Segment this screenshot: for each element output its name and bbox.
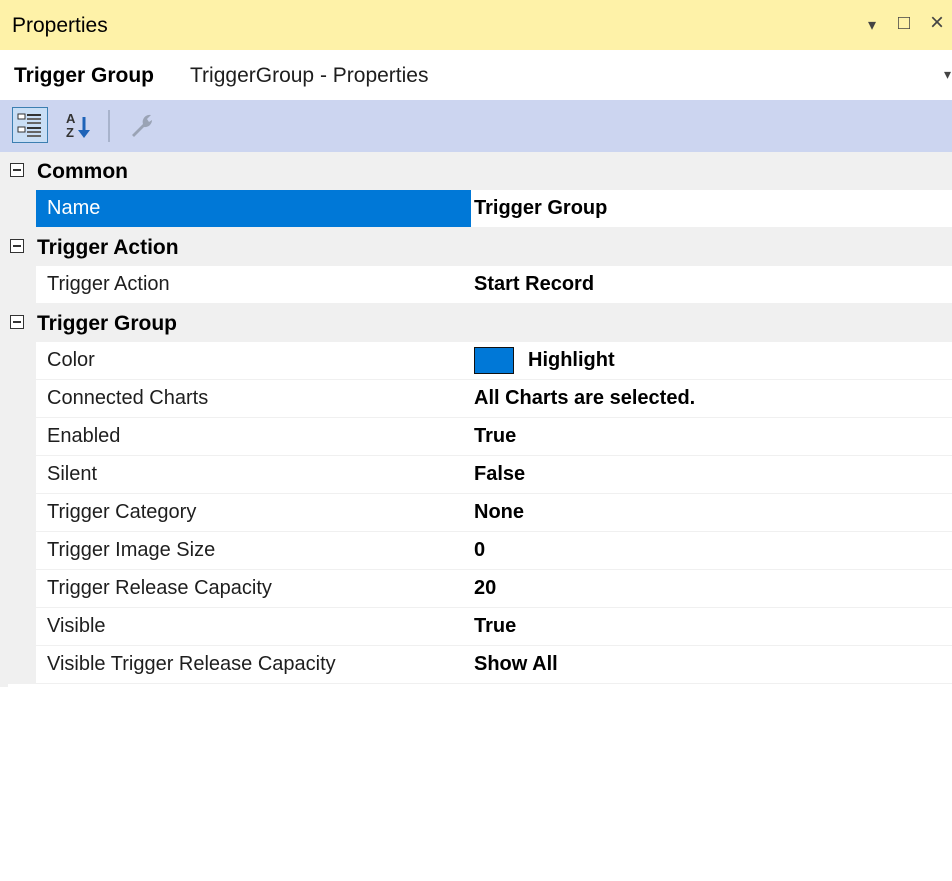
category-label: Common <box>37 160 128 183</box>
row-gutter <box>8 570 36 607</box>
property-name[interactable]: Color <box>36 342 471 379</box>
window-position-dropdown-icon[interactable]: ▾ <box>868 15 876 35</box>
property-grid: Common Name Trigger Group Trigger Action Tri… <box>8 152 952 684</box>
property-value[interactable]: Show All <box>474 646 952 683</box>
property-value[interactable]: True <box>474 608 952 645</box>
empty-area <box>0 687 952 881</box>
property-value[interactable]: 20 <box>474 570 952 607</box>
collapse-icon[interactable] <box>10 163 24 177</box>
row-gutter <box>8 418 36 455</box>
category-label: Trigger Group <box>37 312 178 335</box>
property-row[interactable]: Trigger Action Start Record <box>8 266 952 304</box>
property-row[interactable]: Color Highlight <box>8 342 952 380</box>
property-pages-button[interactable] <box>124 107 160 143</box>
svg-text:Z: Z <box>66 125 74 140</box>
property-value[interactable]: Trigger Group <box>474 190 952 227</box>
row-gutter <box>8 456 36 493</box>
property-name[interactable]: Silent <box>36 456 471 493</box>
property-value[interactable]: All Charts are selected. <box>474 380 952 417</box>
property-row[interactable]: Enabled True <box>8 418 952 456</box>
property-value-text: Highlight <box>528 349 615 371</box>
property-name[interactable]: Trigger Image Size <box>36 532 471 569</box>
color-swatch <box>474 347 514 375</box>
category-row[interactable]: Common <box>8 152 952 190</box>
object-selector[interactable]: Trigger Group TriggerGroup - Properties … <box>0 50 952 100</box>
panel-title: Properties <box>12 14 108 37</box>
property-name[interactable]: Visible <box>36 608 471 645</box>
property-row[interactable]: Visible True <box>8 608 952 646</box>
object-type: TriggerGroup - Properties <box>190 64 429 87</box>
svg-text:A: A <box>66 111 76 126</box>
property-name[interactable]: Trigger Release Capacity <box>36 570 471 607</box>
row-gutter <box>8 494 36 531</box>
collapse-icon[interactable] <box>10 315 24 329</box>
property-value[interactable]: True <box>474 418 952 455</box>
properties-toolbar: A Z <box>0 100 952 152</box>
property-value[interactable]: None <box>474 494 952 531</box>
row-gutter <box>8 266 36 303</box>
property-name[interactable]: Name <box>36 190 471 227</box>
property-value[interactable]: 0 <box>474 532 952 569</box>
property-row[interactable]: Silent False <box>8 456 952 494</box>
category-row[interactable]: Trigger Group <box>8 304 952 342</box>
wrench-icon <box>132 114 153 137</box>
property-value[interactable]: Start Record <box>474 266 952 303</box>
property-row[interactable]: Trigger Image Size 0 <box>8 532 952 570</box>
object-dropdown-icon[interactable]: ▾ <box>944 66 951 83</box>
property-name[interactable]: Trigger Action <box>36 266 471 303</box>
row-gutter <box>8 646 36 683</box>
property-name[interactable]: Connected Charts <box>36 380 471 417</box>
property-name[interactable]: Enabled <box>36 418 471 455</box>
categorized-icon <box>17 113 41 137</box>
row-gutter <box>8 532 36 569</box>
property-row[interactable]: Trigger Release Capacity 20 <box>8 570 952 608</box>
category-label: Trigger Action <box>37 236 179 259</box>
property-value[interactable]: False <box>474 456 952 493</box>
row-gutter <box>8 380 36 417</box>
property-name[interactable]: Trigger Category <box>36 494 471 531</box>
close-icon[interactable]: × <box>930 9 944 37</box>
category-row[interactable]: Trigger Action <box>8 228 952 266</box>
object-name: Trigger Group <box>14 64 155 87</box>
property-row[interactable]: Connected Charts All Charts are selected. <box>8 380 952 418</box>
maximize-icon[interactable]: □ <box>898 12 910 35</box>
property-value[interactable]: Highlight <box>474 342 952 379</box>
toolbar-separator <box>108 110 110 142</box>
collapse-icon[interactable] <box>10 239 24 253</box>
row-gutter <box>8 342 36 379</box>
row-gutter <box>8 608 36 645</box>
property-row[interactable]: Visible Trigger Release Capacity Show All <box>8 646 952 684</box>
property-row[interactable]: Trigger Category None <box>8 494 952 532</box>
property-name[interactable]: Visible Trigger Release Capacity <box>36 646 471 683</box>
row-gutter <box>8 190 36 227</box>
property-row[interactable]: Name Trigger Group <box>8 190 952 228</box>
alphabetical-icon: A Z <box>66 111 90 140</box>
alphabetical-button[interactable]: A Z <box>62 107 98 143</box>
properties-title-bar: Properties ▾ □ × <box>0 0 952 50</box>
categorized-button[interactable] <box>12 107 48 143</box>
